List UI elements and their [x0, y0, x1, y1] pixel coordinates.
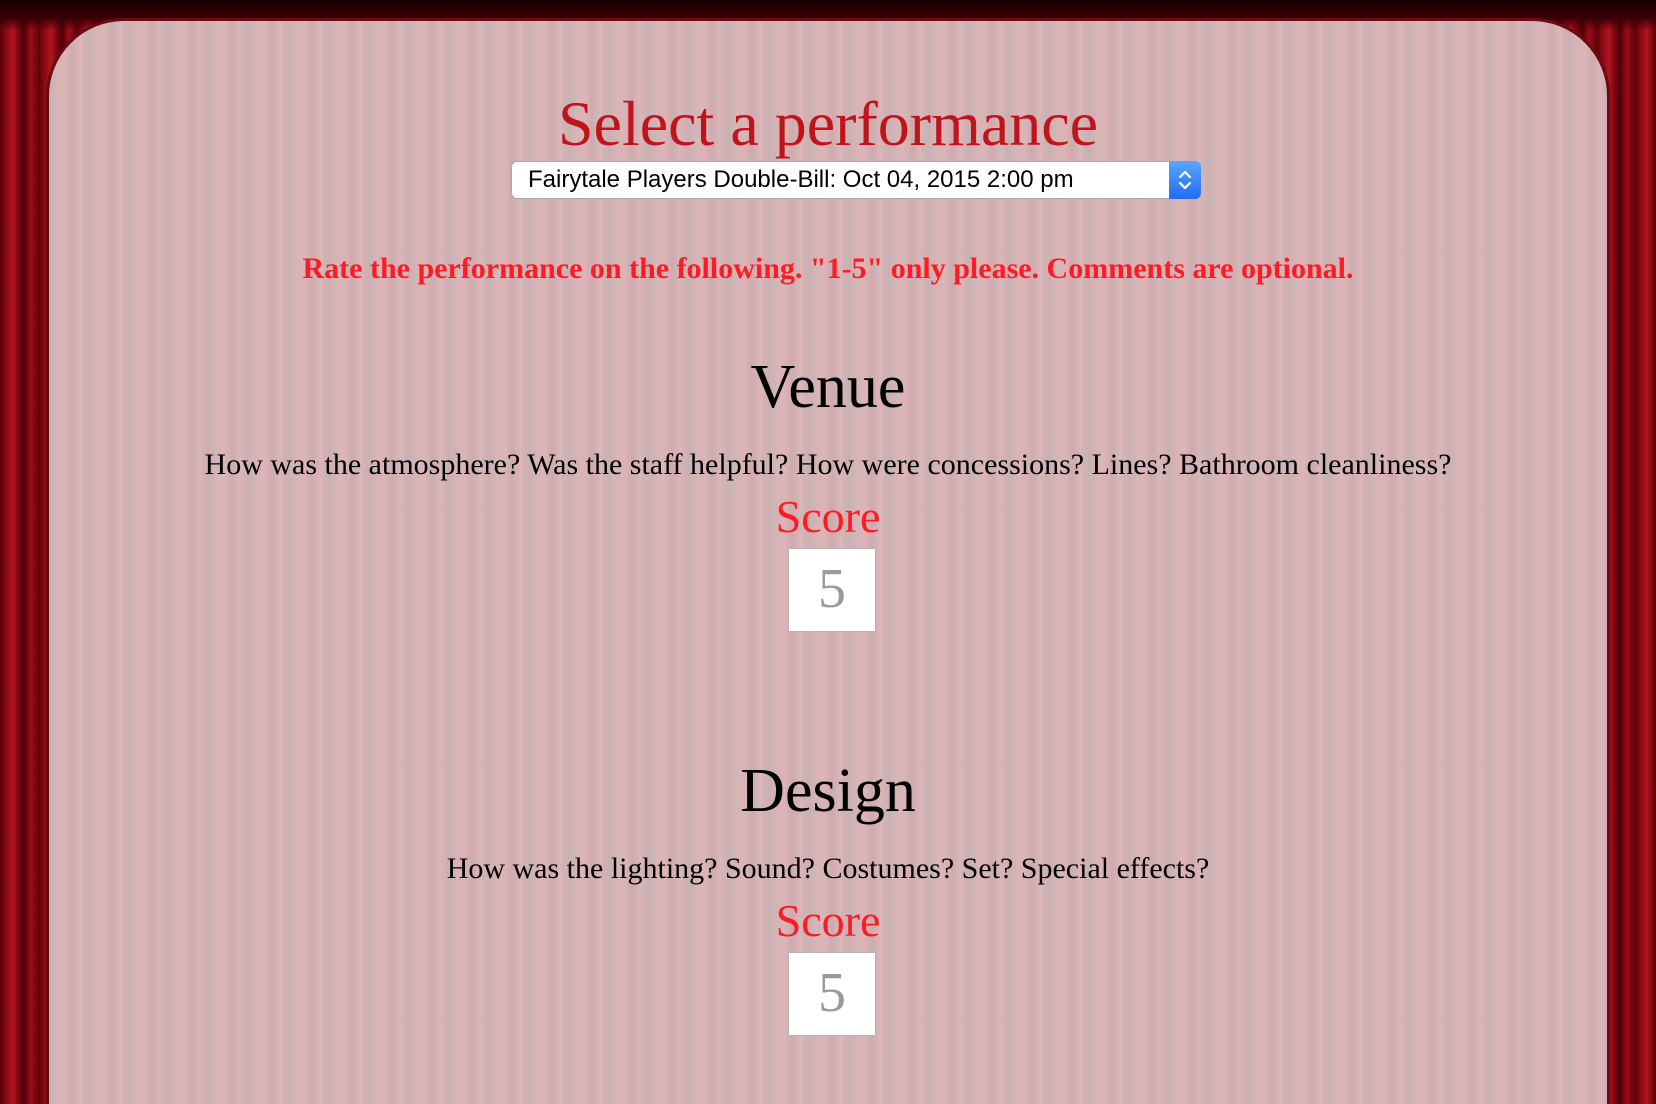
design-section-title: Design	[740, 757, 916, 825]
rating-instructions: Rate the performance on the following. "…	[302, 252, 1354, 285]
venue-section-title: Venue	[750, 353, 906, 421]
design-score-input[interactable]: 5	[788, 952, 876, 1036]
design-score-label: Score	[775, 895, 881, 946]
select-performance-title: Select a performance	[557, 88, 1099, 159]
performance-select[interactable]: Fairytale Players Double-Bill: Oct 04, 2…	[511, 161, 1201, 199]
venue-question: How was the atmosphere? Was the staff he…	[204, 448, 1452, 481]
design-question: How was the lighting? Sound? Costumes? S…	[446, 852, 1210, 885]
performance-select-value: Fairytale Players Double-Bill: Oct 04, 2…	[528, 166, 1074, 193]
rating-panel: Select a performance Fairytale Players D…	[46, 18, 1610, 1104]
venue-score-label: Score	[775, 491, 881, 542]
updown-chevron-icon[interactable]	[1169, 161, 1201, 199]
venue-score-input[interactable]: 5	[788, 548, 876, 632]
